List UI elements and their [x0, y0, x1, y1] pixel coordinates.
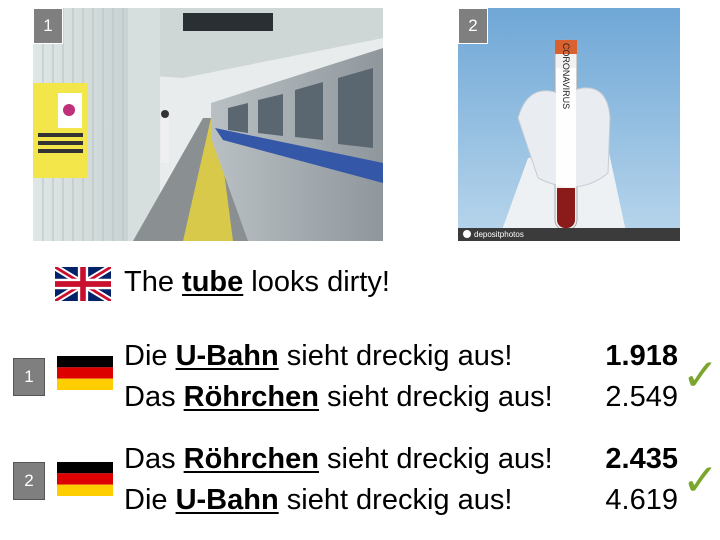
sentence-prefix: The — [124, 266, 183, 298]
vial-photo: CORONAVIRUS depositphotos 2 — [458, 8, 680, 241]
score-value: 1.918 — [605, 340, 678, 372]
germany-flag-icon — [57, 356, 113, 390]
translation-row: Die U-Bahn sieht dreckig aus! — [124, 484, 512, 517]
ambiguous-term: U-Bahn — [175, 484, 279, 516]
germany-flag-icon — [57, 462, 113, 496]
sentence-prefix: Das — [124, 443, 184, 475]
sentence-suffix: sieht dreckig aus! — [278, 484, 513, 516]
score-value: 4.619 — [605, 484, 678, 516]
ambiguous-term: Röhrchen — [183, 381, 319, 413]
vial-label: CORONAVIRUS — [561, 43, 571, 109]
check-icon: ✓ — [682, 350, 719, 401]
translation-row: Das Röhrchen sieht dreckig aus! — [124, 443, 553, 476]
uk-flag-icon — [53, 264, 113, 304]
image-number-badge: 1 — [33, 8, 63, 44]
sentence-prefix: Die — [124, 340, 176, 372]
score-value: 2.435 — [605, 443, 678, 475]
ambiguous-term: U-Bahn — [175, 340, 279, 372]
sentence-suffix: sieht dreckig aus! — [278, 340, 513, 372]
ambiguous-term: Röhrchen — [183, 443, 319, 475]
sentence-suffix: looks dirty! — [243, 266, 390, 298]
score-value: 2.549 — [605, 381, 678, 413]
watermark-text: depositphotos — [474, 230, 524, 239]
group-number-badge: 1 — [13, 358, 45, 396]
english-sentence: The tube looks dirty! — [124, 266, 390, 299]
sentence-prefix: Das — [124, 381, 184, 413]
image-number-badge: 2 — [458, 8, 488, 44]
subway-photo: 1 — [33, 8, 383, 241]
translation-row: Das Röhrchen sieht dreckig aus! — [124, 381, 553, 414]
check-icon: ✓ — [682, 455, 719, 506]
translation-row: Die U-Bahn sieht dreckig aus! — [124, 340, 512, 373]
sentence-suffix: sieht dreckig aus! — [318, 381, 553, 413]
sentence-prefix: Die — [124, 484, 176, 516]
ambiguous-term: tube — [182, 266, 244, 298]
sentence-suffix: sieht dreckig aus! — [318, 443, 553, 475]
group-number-badge: 2 — [13, 462, 45, 500]
